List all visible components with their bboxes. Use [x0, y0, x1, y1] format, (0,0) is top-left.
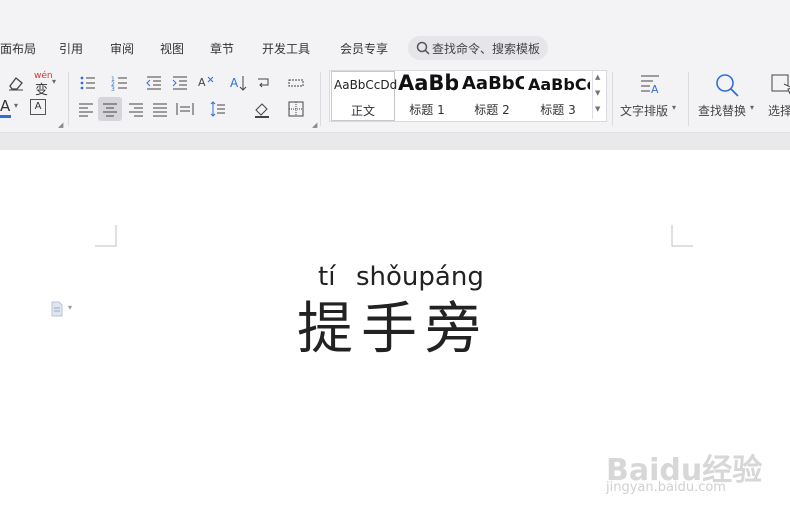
align-left-icon[interactable]: [76, 99, 96, 119]
numbered-list-icon[interactable]: 123: [110, 73, 130, 93]
menu-member[interactable]: 会员专享: [340, 40, 388, 57]
text-direction-icon[interactable]: A: [196, 73, 216, 93]
chevron-down-icon: ▾: [750, 103, 755, 112]
toolbar-separator: [688, 72, 689, 126]
chevron-down-icon: ▾: [14, 101, 19, 110]
borders-icon[interactable]: [286, 99, 306, 119]
phonetic-char-icon: 变: [35, 83, 49, 98]
style-name: 正文: [350, 104, 375, 118]
find-replace-label: 查找替换: [698, 104, 747, 118]
align-center-icon: [103, 103, 117, 117]
text-layout-label: 文字排版: [620, 104, 669, 118]
font-color-icon: A: [0, 97, 11, 115]
style-sample: AaBbC: [462, 73, 524, 94]
chevron-down-icon: ▾: [52, 77, 57, 86]
svg-text:3: 3: [111, 86, 115, 93]
chevron-down-icon: ▾: [672, 103, 677, 112]
toolbar-separator: [68, 72, 69, 126]
toolbar-separator: [612, 72, 613, 126]
style-name: 标题 3: [540, 103, 576, 117]
show-marks-icon[interactable]: [286, 73, 306, 93]
justify-icon[interactable]: [150, 99, 170, 119]
style-name: 标题 1: [409, 103, 445, 117]
svg-text:A: A: [651, 83, 659, 96]
svg-text:A: A: [198, 76, 206, 89]
style-heading-1[interactable]: AaBb 标题 1: [396, 71, 458, 119]
phonetic-guide-button[interactable]: wén 变 ▾: [32, 71, 60, 98]
bullet-list-icon[interactable]: [78, 73, 98, 93]
text-layout-button[interactable]: A 文字排版 ▾: [618, 70, 682, 122]
toolbar-separator: [320, 72, 321, 126]
char-shading-icon: A: [30, 99, 46, 115]
char-shading-button[interactable]: A: [30, 99, 50, 119]
align-right-icon[interactable]: [126, 99, 146, 119]
find-replace-button[interactable]: 查找替换 ▾: [696, 70, 758, 122]
chevron-up-icon: ▲: [595, 73, 601, 81]
style-sample: AaBbCc: [528, 75, 590, 94]
align-center-button[interactable]: [98, 97, 122, 121]
magnifier-icon: [716, 74, 739, 97]
chevron-down-icon: ▼: [595, 89, 601, 97]
style-sample: AaBbCcDd: [334, 78, 398, 92]
page-corner-top-right: [671, 225, 693, 247]
search-icon: [416, 41, 430, 55]
line-spacing-icon[interactable]: [208, 99, 228, 119]
eraser-icon[interactable]: [6, 73, 26, 93]
document-heading: 提手旁: [297, 297, 489, 362]
command-search[interactable]: 查找命令、搜索模板: [408, 36, 548, 60]
style-heading-2[interactable]: AaBbC 标题 2: [460, 71, 524, 119]
document-icon: [51, 301, 63, 317]
more-styles-icon: ▼: [595, 105, 601, 113]
menu-bar: 面布局 引用 审阅 视图 章节 开发工具 会员专享: [0, 30, 790, 66]
decrease-indent-icon[interactable]: [144, 73, 164, 93]
paragraph-options-button[interactable]: ▾: [50, 301, 78, 317]
page-corner-top-left: [95, 225, 117, 247]
svg-text:A: A: [230, 76, 239, 90]
ribbon-document-gap: [0, 133, 790, 150]
line-break-icon[interactable]: [254, 73, 274, 93]
search-placeholder: 查找命令、搜索模板: [432, 42, 541, 56]
text-layout-icon: A: [641, 75, 659, 96]
menu-review[interactable]: 审阅: [110, 40, 134, 57]
font-group-expand-icon[interactable]: ◢: [58, 121, 63, 129]
title-bar: [0, 0, 790, 30]
menu-references[interactable]: 引用: [59, 40, 83, 57]
increase-indent-icon[interactable]: [170, 73, 190, 93]
style-gallery: AaBbCcDd 正文 AaBb 标题 1 AaBbC 标题 2 AaBbCc …: [329, 70, 607, 122]
style-heading-3[interactable]: AaBbCc 标题 3: [526, 71, 590, 119]
font-color-button[interactable]: A ▾: [0, 97, 20, 118]
baidu-watermark-url: jingyan.baidu.com: [606, 480, 726, 495]
paragraph-group-expand-icon[interactable]: ◢: [312, 121, 317, 129]
font-color-swatch: [0, 115, 11, 118]
sort-icon[interactable]: A: [228, 73, 248, 93]
distribute-icon[interactable]: [175, 99, 195, 119]
menu-view[interactable]: 视图: [160, 40, 184, 57]
menu-developer-tools[interactable]: 开发工具: [262, 40, 310, 57]
style-sample: AaBb: [398, 71, 458, 95]
menu-page-layout[interactable]: 面布局: [0, 40, 36, 57]
select-label: 选择: [768, 104, 790, 118]
shading-icon[interactable]: [252, 99, 272, 119]
menu-section[interactable]: 章节: [210, 40, 234, 57]
select-cursor-icon: [771, 74, 790, 95]
style-normal[interactable]: AaBbCcDd 正文: [331, 71, 398, 121]
style-name: 标题 2: [474, 103, 510, 117]
gallery-scroll[interactable]: ▲ ▼ ▼: [592, 71, 605, 119]
select-button[interactable]: 选择: [764, 70, 790, 122]
chevron-down-icon: ▾: [68, 303, 73, 312]
